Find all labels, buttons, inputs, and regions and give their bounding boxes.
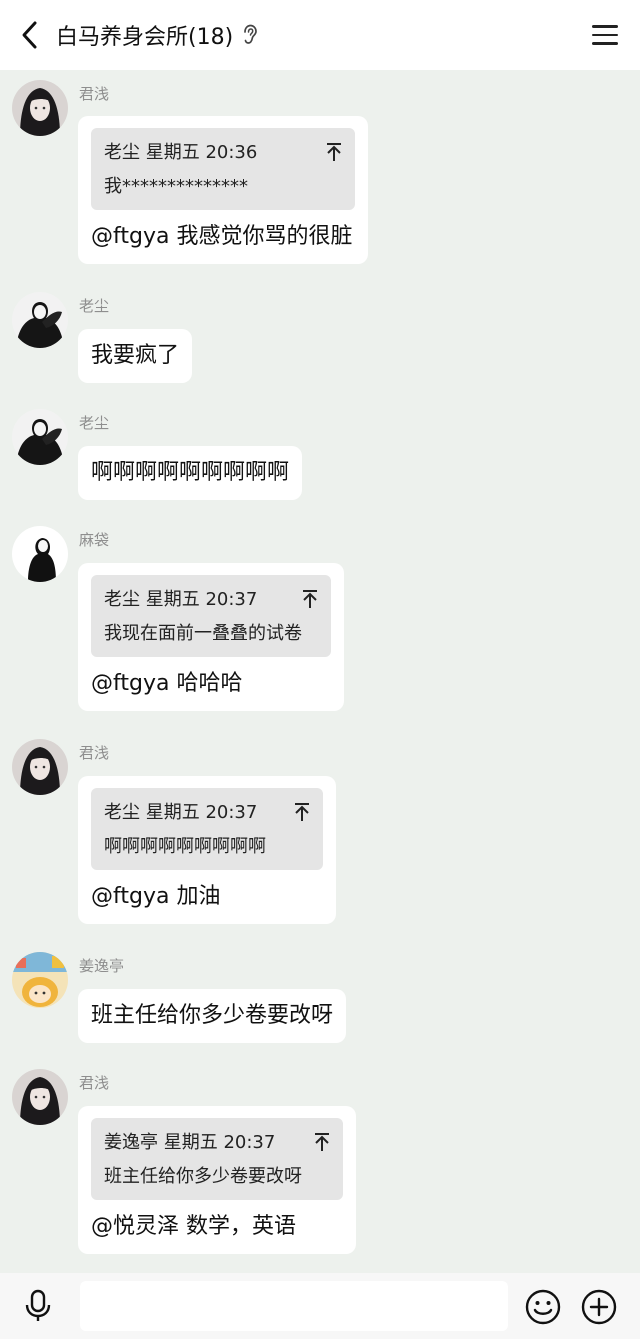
message-bubble[interactable]: 我要疯了	[78, 329, 193, 383]
jump-to-original-icon[interactable]	[301, 589, 319, 609]
voice-icon[interactable]	[20, 1288, 56, 1324]
input-bar	[0, 1273, 640, 1339]
avatar-junqian[interactable]	[12, 1069, 68, 1125]
quote-header: 老尘 星期五 20:37	[104, 589, 258, 610]
sender-name: 君浅	[79, 1074, 110, 1092]
chevron-left-icon	[22, 21, 37, 49]
avatar-laochen[interactable]	[12, 409, 68, 465]
message-text: @悦灵泽 数学，英语	[91, 1214, 296, 1239]
jump-to-original-icon[interactable]	[293, 802, 311, 822]
menu-icon	[592, 25, 618, 28]
quote-header: 老尘 星期五 20:36	[104, 142, 258, 163]
sender-name: 君浅	[79, 744, 110, 762]
ear-icon	[241, 24, 259, 46]
quoted-message[interactable]: 老尘 星期五 20:37 我现在面前一叠叠的试卷	[91, 575, 331, 657]
message-bubble[interactable]: 老尘 星期五 20:37 啊啊啊啊啊啊啊啊啊 @ftgya 加油	[78, 776, 336, 924]
message-text: 我要疯了	[91, 343, 180, 368]
message-bubble[interactable]: 姜逸亭 星期五 20:37 班主任给你多少卷要改呀 @悦灵泽 数学，英语	[78, 1106, 356, 1254]
jump-to-original-icon[interactable]	[325, 142, 343, 162]
jump-to-original-icon[interactable]	[313, 1132, 331, 1152]
message-bubble[interactable]: 班主任给你多少卷要改呀	[78, 989, 347, 1043]
avatar-madai[interactable]	[12, 526, 68, 582]
menu-icon-line	[592, 33, 618, 37]
quote-header: 老尘 星期五 20:37	[104, 802, 258, 823]
menu-icon-line	[592, 42, 618, 45]
quote-body: 班主任给你多少卷要改呀	[104, 1166, 302, 1187]
sender-name: 老尘	[79, 297, 110, 315]
sender-name: 老尘	[79, 414, 110, 432]
sender-name: 麻袋	[79, 531, 110, 549]
menu-button[interactable]	[592, 22, 618, 48]
sender-name: 姜逸亭	[79, 957, 125, 975]
message-bubble[interactable]: 老尘 星期五 20:36 我************** @ftgya 我感觉你…	[78, 116, 368, 264]
avatar-junqian[interactable]	[12, 80, 68, 136]
message-bubble[interactable]: 老尘 星期五 20:37 我现在面前一叠叠的试卷 @ftgya 哈哈哈	[78, 563, 344, 711]
quoted-message[interactable]: 姜逸亭 星期五 20:37 班主任给你多少卷要改呀	[91, 1118, 343, 1200]
plus-icon[interactable]	[580, 1288, 618, 1326]
quote-body: 我现在面前一叠叠的试卷	[104, 623, 302, 644]
quote-header: 姜逸亭 星期五 20:37	[104, 1132, 276, 1153]
message-text: @ftgya 加油	[91, 884, 221, 909]
quoted-message[interactable]: 老尘 星期五 20:37 啊啊啊啊啊啊啊啊啊	[91, 788, 323, 870]
sender-name: 君浅	[79, 85, 110, 103]
quoted-message[interactable]: 老尘 星期五 20:36 我**************	[91, 128, 355, 210]
group-title: 白马养身会所(18)	[56, 19, 259, 51]
message-text: 啊啊啊啊啊啊啊啊啊	[91, 460, 290, 485]
message-bubble[interactable]: 啊啊啊啊啊啊啊啊啊	[78, 446, 303, 500]
avatar-jiangyiting[interactable]	[12, 952, 68, 1008]
quote-body: 啊啊啊啊啊啊啊啊啊	[104, 836, 266, 857]
chat-message-list[interactable]: 君浅 老尘 星期五 20:36 我************** @ftgya 我…	[0, 70, 640, 1273]
chat-header: 白马养身会所(18)	[0, 0, 640, 70]
back-button[interactable]	[14, 15, 44, 55]
message-input[interactable]	[80, 1281, 508, 1331]
group-title-text: 白马养身会所(18)	[56, 25, 234, 50]
avatar-junqian[interactable]	[12, 739, 68, 795]
avatar-laochen[interactable]	[12, 292, 68, 348]
quote-body: 我**************	[104, 176, 248, 197]
emoji-icon[interactable]	[524, 1288, 562, 1326]
message-text: @ftgya 哈哈哈	[91, 671, 243, 696]
message-text: 班主任给你多少卷要改呀	[91, 1003, 334, 1028]
message-text: @ftgya 我感觉你骂的很脏	[91, 224, 353, 249]
